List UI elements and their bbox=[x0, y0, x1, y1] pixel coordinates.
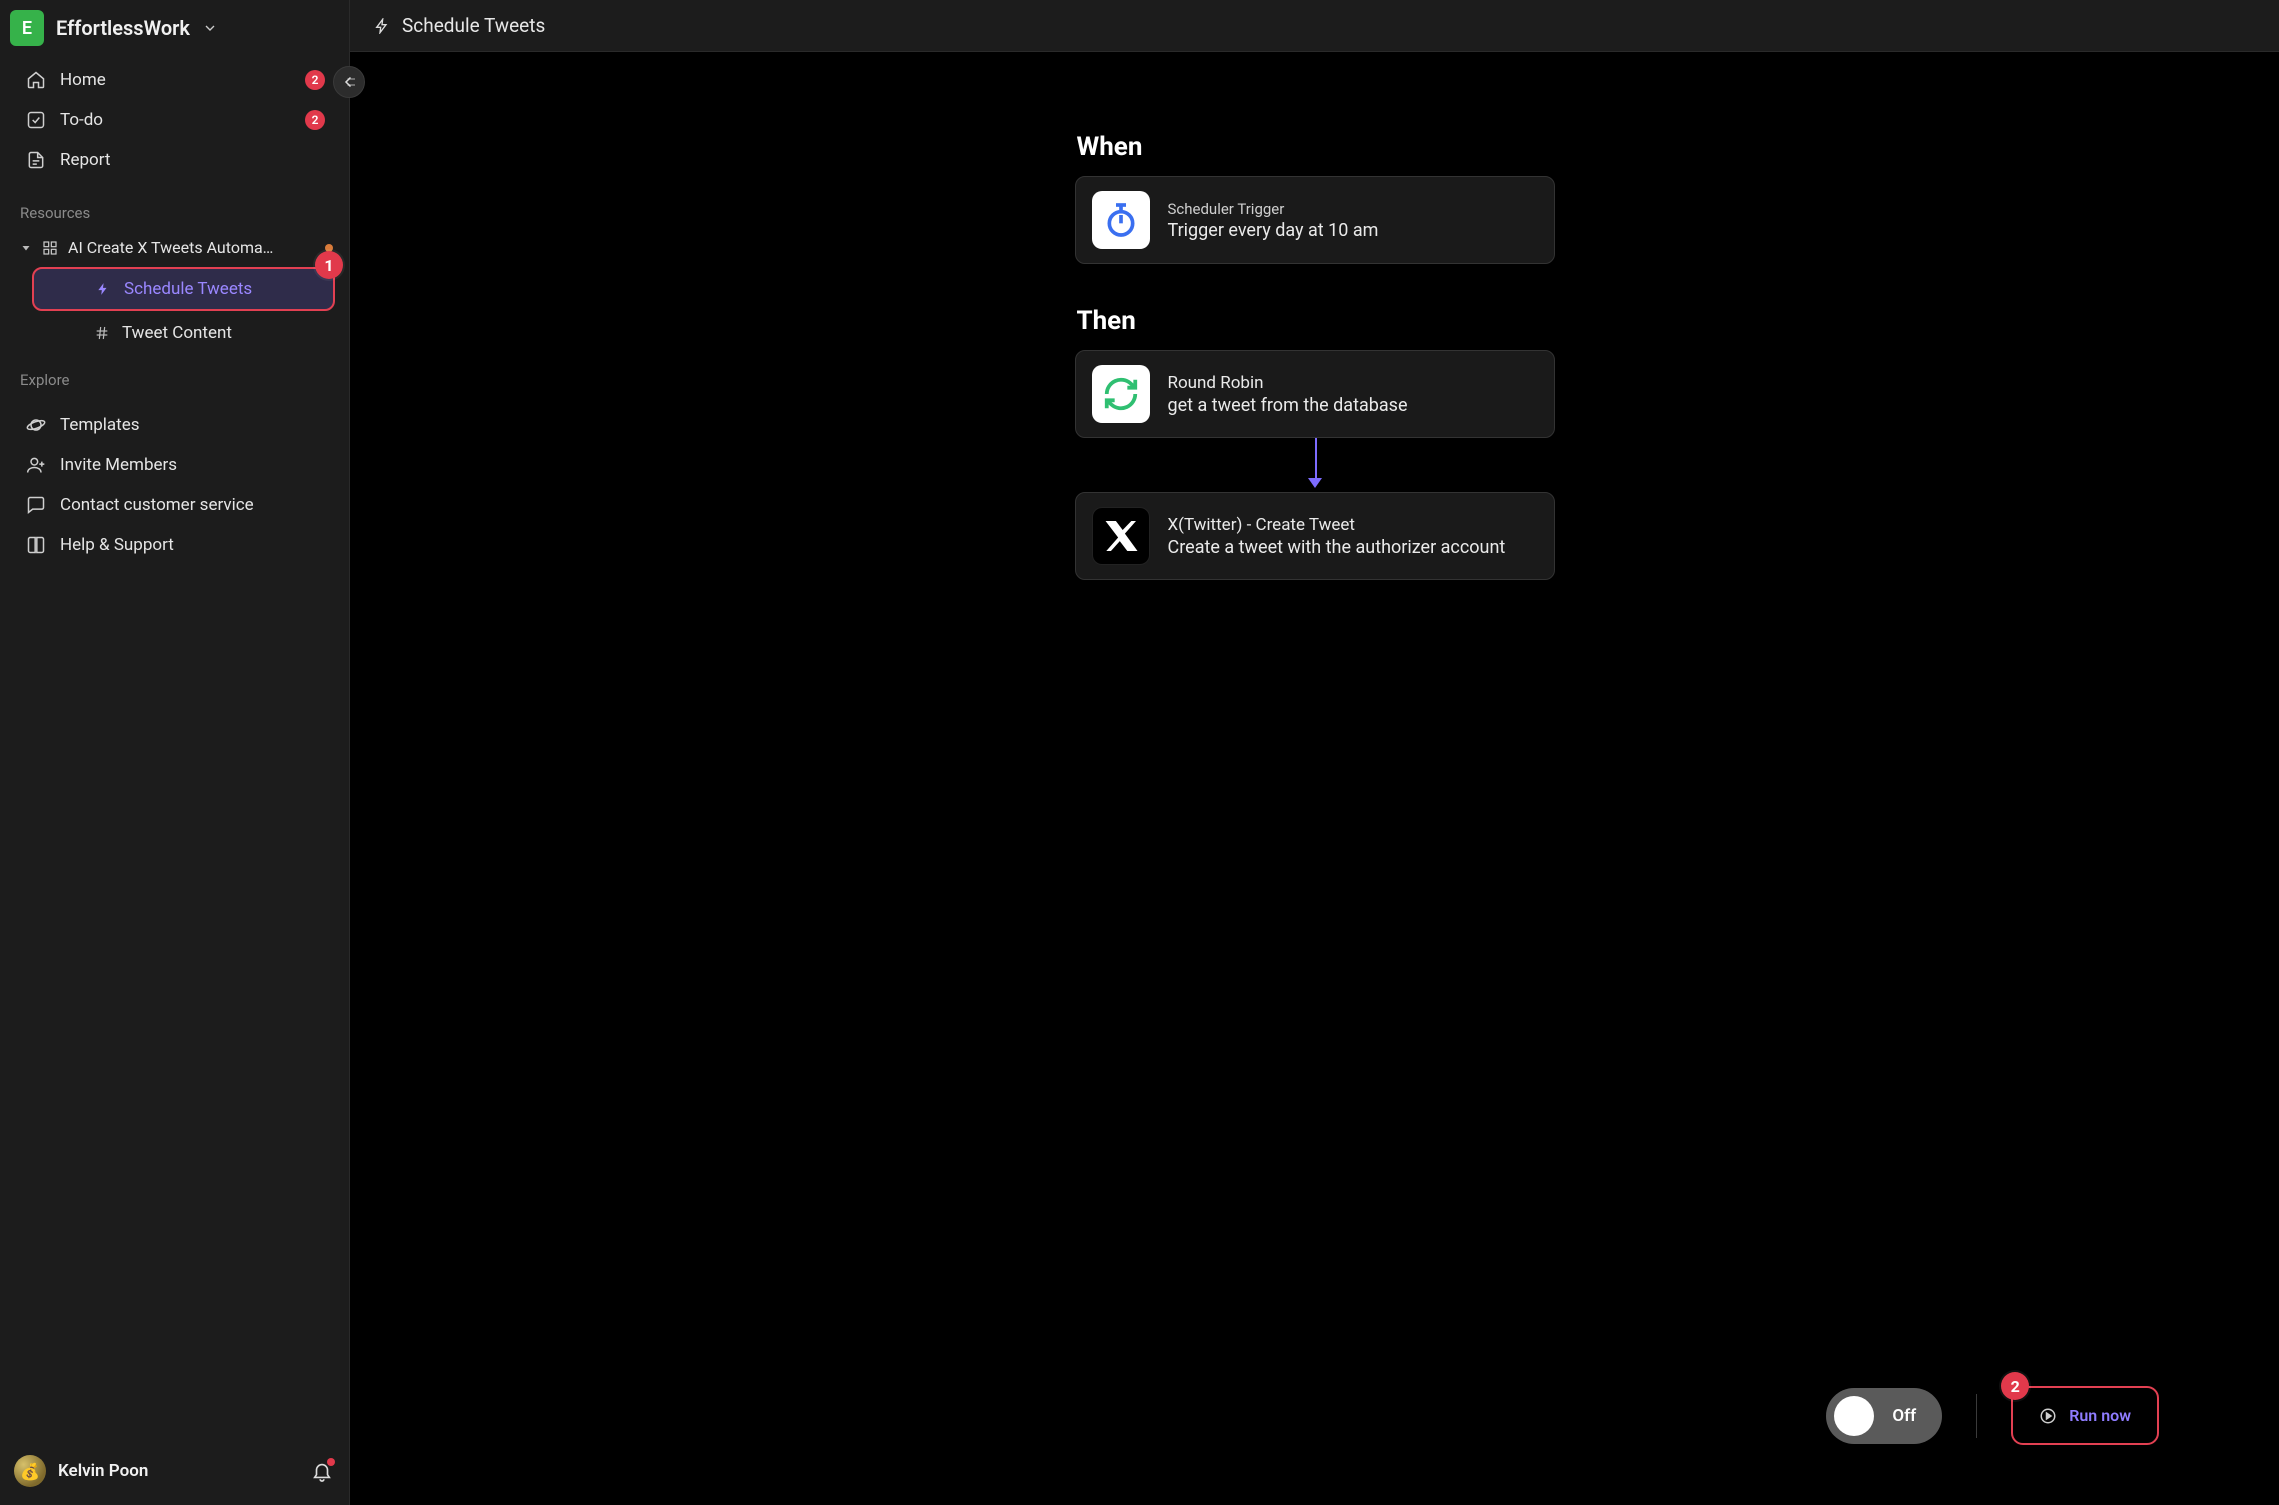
nav-invite[interactable]: Invite Members bbox=[10, 445, 339, 485]
user-plus-icon bbox=[26, 455, 46, 475]
nav-home-label: Home bbox=[60, 70, 106, 90]
callout-1: 1 bbox=[315, 251, 343, 279]
workspace-name: EffortlessWork bbox=[56, 16, 190, 40]
resource-tweet-content-label: Tweet Content bbox=[122, 323, 232, 343]
sidebar: E EffortlessWork Home 2 To-do 2 bbox=[0, 0, 350, 1505]
resource-tweet-content[interactable]: Tweet Content bbox=[32, 313, 335, 353]
refresh-icon bbox=[1092, 365, 1150, 423]
checkbox-icon bbox=[26, 110, 46, 130]
nav-todo-badge: 2 bbox=[305, 110, 325, 130]
bottom-controls: Off 2 Run now bbox=[1826, 1386, 2159, 1445]
main-area: Schedule Tweets When Scheduler Trigger T… bbox=[350, 0, 2279, 1505]
resource-space[interactable]: AI Create X Tweets Automa… bbox=[0, 230, 349, 265]
step-subtitle: get a tweet from the database bbox=[1168, 395, 1408, 416]
section-explore: Explore bbox=[0, 355, 349, 397]
nav-templates-label: Templates bbox=[60, 415, 140, 435]
book-icon bbox=[26, 535, 46, 555]
connector-arrow bbox=[1075, 438, 1555, 492]
resource-name: AI Create X Tweets Automa… bbox=[68, 238, 315, 257]
nav-home-badge: 2 bbox=[305, 70, 325, 90]
step-title: Round Robin bbox=[1168, 373, 1408, 393]
resource-children: Schedule Tweets 1 Tweet Content bbox=[0, 265, 349, 355]
nav-contact[interactable]: Contact customer service bbox=[10, 485, 339, 525]
nav-report-label: Report bbox=[60, 150, 110, 170]
bolt-icon bbox=[96, 282, 112, 296]
stopwatch-icon bbox=[1092, 191, 1150, 249]
nav-todo[interactable]: To-do 2 bbox=[10, 100, 339, 140]
notification-dot-icon bbox=[327, 1458, 335, 1466]
step-create-tweet[interactable]: X(Twitter) - Create Tweet Create a tweet… bbox=[1075, 492, 1555, 580]
explore-nav: Templates Invite Members Contact custome… bbox=[0, 397, 349, 573]
nav-home[interactable]: Home 2 bbox=[10, 60, 339, 100]
step-title: X(Twitter) - Create Tweet bbox=[1168, 515, 1506, 535]
callout-2: 2 bbox=[2001, 1372, 2029, 1400]
planet-icon bbox=[26, 415, 46, 435]
nav-help[interactable]: Help & Support bbox=[10, 525, 339, 565]
divider bbox=[1976, 1394, 1977, 1438]
bolt-icon bbox=[374, 18, 390, 34]
topbar: Schedule Tweets bbox=[350, 0, 2279, 52]
resource-schedule-tweets[interactable]: Schedule Tweets 1 bbox=[32, 267, 335, 311]
sidebar-footer: 💰 Kelvin Poon bbox=[0, 1441, 349, 1505]
chevron-left-icon bbox=[340, 73, 358, 91]
trigger-subtitle: Trigger every day at 10 am bbox=[1168, 220, 1379, 241]
primary-nav: Home 2 To-do 2 Report bbox=[0, 52, 349, 188]
chat-icon bbox=[26, 495, 46, 515]
step-round-robin[interactable]: Round Robin get a tweet from the databas… bbox=[1075, 350, 1555, 438]
when-heading: When bbox=[1077, 132, 1555, 162]
nav-invite-label: Invite Members bbox=[60, 455, 177, 475]
grid-icon bbox=[42, 240, 58, 256]
caret-down-icon bbox=[20, 242, 32, 254]
home-icon bbox=[26, 70, 46, 90]
resource-schedule-label: Schedule Tweets bbox=[124, 279, 252, 299]
play-circle-icon bbox=[2039, 1407, 2057, 1425]
notifications-button[interactable] bbox=[311, 1460, 333, 1482]
nav-templates[interactable]: Templates bbox=[10, 405, 339, 445]
run-now-label: Run now bbox=[2069, 1406, 2131, 1425]
user-avatar[interactable]: 💰 bbox=[14, 1455, 46, 1487]
toggle-knob bbox=[1834, 1396, 1874, 1436]
section-resources: Resources bbox=[0, 188, 349, 230]
workspace-logo: E bbox=[10, 10, 44, 46]
collapse-sidebar-button[interactable] bbox=[333, 66, 365, 98]
chevron-down-icon bbox=[202, 20, 218, 36]
nav-todo-label: To-do bbox=[60, 110, 103, 130]
step-subtitle: Create a tweet with the authorizer accou… bbox=[1168, 537, 1506, 558]
hash-icon bbox=[94, 325, 110, 341]
nav-help-label: Help & Support bbox=[60, 535, 174, 555]
nav-contact-label: Contact customer service bbox=[60, 495, 254, 515]
page-title: Schedule Tweets bbox=[402, 14, 545, 37]
workspace-switcher[interactable]: E EffortlessWork bbox=[0, 0, 349, 52]
nav-report[interactable]: Report bbox=[10, 140, 339, 180]
enable-toggle[interactable]: Off bbox=[1826, 1388, 1942, 1444]
trigger-title: Scheduler Trigger bbox=[1168, 200, 1379, 218]
x-logo-icon bbox=[1092, 507, 1150, 565]
canvas[interactable]: When Scheduler Trigger Trigger every day… bbox=[350, 52, 2279, 1505]
file-icon bbox=[26, 150, 46, 170]
user-name: Kelvin Poon bbox=[58, 1461, 299, 1481]
toggle-label: Off bbox=[1892, 1406, 1916, 1426]
then-heading: Then bbox=[1077, 306, 1555, 336]
trigger-card[interactable]: Scheduler Trigger Trigger every day at 1… bbox=[1075, 176, 1555, 264]
run-now-button[interactable]: 2 Run now bbox=[2011, 1386, 2159, 1445]
